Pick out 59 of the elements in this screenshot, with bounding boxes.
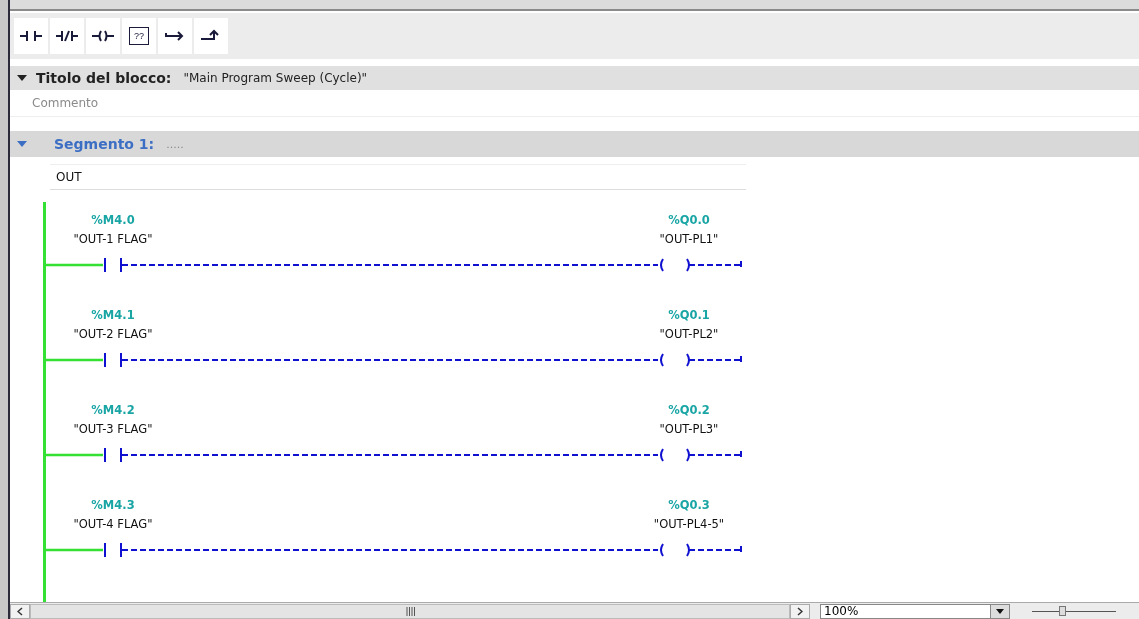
slider-thumb[interactable]	[1058, 606, 1066, 616]
operand-address: %M4.1	[91, 307, 135, 324]
operand-tag: "OUT-2 FLAG"	[73, 325, 153, 343]
operand-address: %M4.3	[91, 497, 135, 514]
block-title[interactable]: "Main Program Sweep (Cycle)"	[183, 71, 368, 85]
block-title-label: Titolo del blocco:	[36, 70, 172, 86]
zoom-dropdown[interactable]: 100%	[820, 603, 1010, 619]
toolbar-button[interactable]	[194, 18, 228, 54]
segment-label: Segmento 1:	[54, 136, 155, 152]
operand-tag: "OUT-1 FLAG"	[73, 230, 153, 248]
contact-symbol[interactable]	[104, 542, 122, 558]
comment-field[interactable]: Commento	[10, 90, 1139, 117]
wire	[688, 450, 742, 460]
scroll-right-button[interactable]	[790, 603, 810, 619]
coil-symbol[interactable]	[660, 353, 690, 367]
coil-symbol[interactable]	[660, 448, 690, 462]
wire	[688, 545, 742, 555]
toolbar-button[interactable]	[86, 18, 120, 54]
chevron-right-icon	[797, 606, 803, 616]
segment-comment[interactable]: OUT	[50, 164, 746, 190]
operand-address: %Q0.3	[668, 497, 710, 514]
toolbar-button[interactable]: ??	[122, 18, 156, 54]
operand-tag: "OUT-4 FLAG"	[73, 515, 153, 533]
grip-icon	[405, 606, 415, 616]
caret-icon	[996, 608, 1004, 614]
operand-tag: "OUT-PL1"	[659, 230, 719, 248]
scroll-thumb[interactable]	[30, 603, 790, 619]
toolbar-button[interactable]	[14, 18, 48, 54]
toolbar-button[interactable]	[158, 18, 192, 54]
wire	[688, 355, 742, 365]
coil-symbol[interactable]	[660, 543, 690, 557]
wire	[688, 260, 742, 270]
operand-tag: "OUT-PL4-5"	[653, 515, 725, 533]
contact-symbol[interactable]	[104, 257, 122, 273]
scroll-left-button[interactable]	[10, 603, 30, 619]
box-icon: ??	[129, 27, 149, 45]
operand-address: %Q0.1	[668, 307, 710, 324]
coil-symbol[interactable]	[660, 258, 690, 272]
operand-address: %M4.0	[91, 212, 135, 229]
wire	[46, 263, 103, 267]
splitter-bar[interactable]	[10, 0, 1139, 11]
zoom-slider[interactable]	[1032, 605, 1116, 617]
operand-address: %Q0.0	[668, 212, 710, 229]
operand-address: %M4.2	[91, 402, 135, 419]
operand-tag: "OUT-3 FLAG"	[73, 420, 153, 438]
collapse-icon[interactable]	[16, 73, 28, 83]
wire	[46, 548, 103, 552]
toolbar-button[interactable]	[50, 18, 84, 54]
wire	[46, 453, 103, 457]
contact-symbol[interactable]	[104, 447, 122, 463]
coil-icon	[91, 29, 115, 43]
operand-tag: "OUT-PL2"	[659, 325, 719, 343]
wire	[46, 358, 103, 362]
operand-address: %Q0.2	[668, 402, 710, 419]
chevron-left-icon	[17, 606, 23, 616]
nc-contact-icon	[55, 29, 79, 43]
no-contact-icon	[19, 29, 43, 43]
contact-symbol[interactable]	[104, 352, 122, 368]
operand-tag: "OUT-PL3"	[659, 420, 719, 438]
